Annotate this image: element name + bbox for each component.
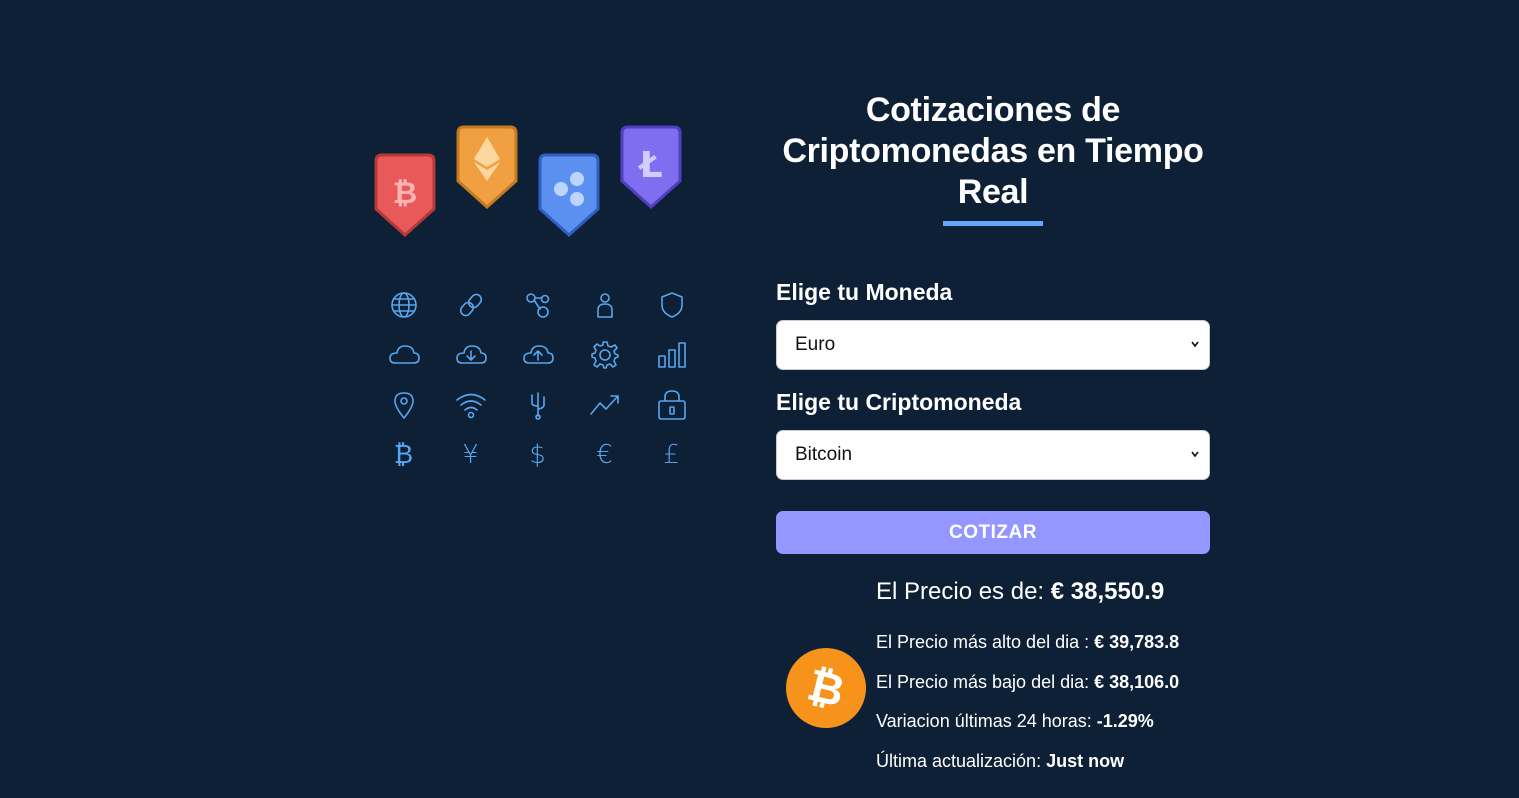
litecoin-badge-icon: Ł <box>620 125 682 209</box>
euro-icon: € <box>596 440 613 470</box>
wifi-icon <box>437 380 504 430</box>
gear-icon <box>571 330 638 380</box>
usb-icon <box>504 380 571 430</box>
network-icon <box>504 280 571 330</box>
bitcoin-symbol-icon: ₿ <box>393 440 414 470</box>
crypto-label: Elige tu Criptomoneda <box>776 389 1022 415</box>
price-main: El Precio es de: € 38,550.9 <box>876 578 1164 606</box>
crypto-select-value: Bitcoin <box>795 444 853 465</box>
low-price-label: El Precio más bajo del dia: <box>876 672 1095 692</box>
bitcoin-badge-icon: ₿ <box>374 153 436 237</box>
currency-select[interactable]: Euro <box>776 320 1210 370</box>
price-value: € 38,550.9 <box>1050 578 1165 605</box>
shield-icon <box>638 280 705 330</box>
price-label: El Precio es de: <box>876 578 1051 605</box>
updated-label: Última actualización: <box>876 751 1047 771</box>
pound-icon: £ <box>663 440 680 470</box>
cloud-upload-icon <box>504 330 571 380</box>
dollar-icon: $ <box>529 440 546 470</box>
crypto-select[interactable]: Bitcoin <box>776 430 1210 480</box>
svg-text:Ł: Ł <box>637 145 662 186</box>
cotizar-button[interactable]: Cotizar <box>776 511 1210 554</box>
chevron-down-icon <box>1191 451 1199 458</box>
lock-icon <box>638 380 705 430</box>
bar-chart-icon <box>638 330 705 380</box>
chevron-down-icon <box>1191 341 1199 348</box>
yen-icon: ¥ <box>462 440 479 470</box>
last-updated: Última actualización: Just now <box>876 751 1124 772</box>
user-icon <box>571 280 638 330</box>
globe-icon <box>370 280 437 330</box>
link-icon <box>437 280 504 330</box>
high-price: El Precio más alto del dia : € 39,783.8 <box>876 632 1179 653</box>
location-pin-icon <box>370 380 437 430</box>
change-label: Variacion últimas 24 horas: <box>876 711 1097 731</box>
title-underline <box>943 221 1043 226</box>
high-price-label: El Precio más alto del dia : <box>876 632 1095 652</box>
currency-select-value: Euro <box>795 334 836 355</box>
change-24h: Variacion últimas 24 horas: -1.29% <box>876 711 1154 732</box>
svg-text:₿: ₿ <box>393 176 417 211</box>
page-title: Cotizaciones de Criptomonedas en Tiempo … <box>782 91 1204 211</box>
change-value: -1.29% <box>1096 711 1154 731</box>
updated-value: Just now <box>1046 751 1125 771</box>
cloud-download-icon <box>437 330 504 380</box>
trend-up-icon <box>571 380 638 430</box>
ethereum-badge-icon <box>456 125 518 209</box>
low-price-value: € 38,106.0 <box>1094 672 1180 692</box>
ripple-badge-icon <box>538 153 600 237</box>
currency-label: Elige tu Moneda <box>776 279 953 305</box>
bitcoin-coin-icon: ₿ <box>786 648 866 728</box>
cloud-icon <box>370 330 437 380</box>
icon-grid: ₿ ¥ $ € £ <box>370 280 705 480</box>
low-price: El Precio más bajo del dia: € 38,106.0 <box>876 672 1179 693</box>
high-price-value: € 39,783.8 <box>1094 632 1180 652</box>
